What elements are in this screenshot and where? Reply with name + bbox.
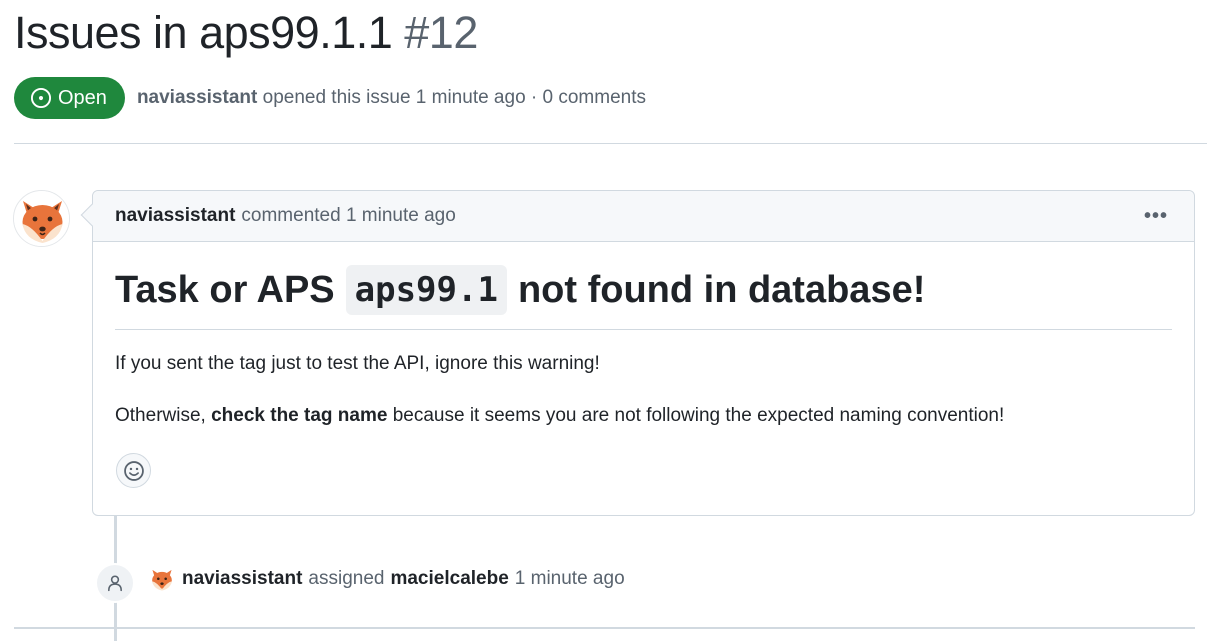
add-reaction-button[interactable]	[116, 453, 151, 488]
comment-options-button[interactable]: •••	[1144, 205, 1168, 228]
comment-paragraph-1: If you sent the tag just to test the API…	[115, 353, 600, 374]
comment-body: Task or APS aps99.1 not found in databas…	[93, 265, 1194, 429]
smiley-icon	[123, 460, 144, 481]
comment-paragraph-2: Otherwise, check the tag name because it…	[115, 403, 1172, 429]
event-time[interactable]: 1 minute ago	[515, 568, 625, 590]
timeline-divider	[14, 627, 1195, 629]
paragraph-2-before: Otherwise,	[115, 405, 206, 426]
event-actor-link[interactable]: naviassistant	[182, 568, 302, 590]
issue-comment: naviassistant commented 1 minute ago •••…	[80, 190, 1195, 516]
issue-opened-text: opened this issue 1 minute ago · 0 comme…	[262, 87, 647, 108]
heading-text-before: Task or APS	[115, 269, 335, 311]
comment-heading: Task or APS aps99.1 not found in databas…	[115, 265, 1172, 315]
event-assignee-link[interactable]: macielcalebe	[390, 568, 508, 590]
header-divider	[14, 143, 1207, 144]
issue-state-label: Open	[58, 86, 107, 109]
paragraph-2-bold: check the tag name	[211, 405, 388, 426]
heading-text-after: not found in database!	[517, 269, 926, 311]
paragraph-2-after: because it seems you are not following t…	[392, 405, 1005, 426]
event-actor-avatar[interactable]	[148, 565, 176, 593]
comment-action-text: commented 1 minute ago	[241, 205, 456, 226]
person-icon	[108, 575, 122, 592]
comment-author-avatar[interactable]	[13, 190, 70, 247]
heading-divider	[115, 329, 1172, 330]
comment-author-link[interactable]: naviassistant	[115, 205, 235, 227]
issue-meta: Open naviassistant opened this issue 1 m…	[14, 77, 646, 119]
fox-avatar-icon	[14, 191, 69, 246]
issue-number: #12	[404, 7, 478, 58]
issue-page: Issues in aps99.1.1 #12 Open naviassista…	[0, 0, 1207, 641]
issue-opened-icon	[30, 87, 52, 109]
assigned-event-badge	[95, 563, 135, 603]
comment-header: naviassistant commented 1 minute ago •••	[93, 191, 1194, 242]
issue-author-link[interactable]: naviassistant	[137, 87, 257, 108]
fox-avatar-small-icon	[148, 565, 176, 593]
issue-title: Issues in aps99.1.1 #12	[14, 6, 478, 60]
heading-code: aps99.1	[345, 265, 507, 315]
issue-state-badge[interactable]: Open	[14, 77, 125, 119]
event-action: assigned	[308, 568, 385, 589]
issue-title-text: Issues in aps99.1.1	[14, 7, 393, 58]
assigned-event: naviassistant assigned macielcalebe 1 mi…	[148, 565, 631, 593]
issue-meta-text: naviassistant opened this issue 1 minute…	[137, 87, 646, 109]
